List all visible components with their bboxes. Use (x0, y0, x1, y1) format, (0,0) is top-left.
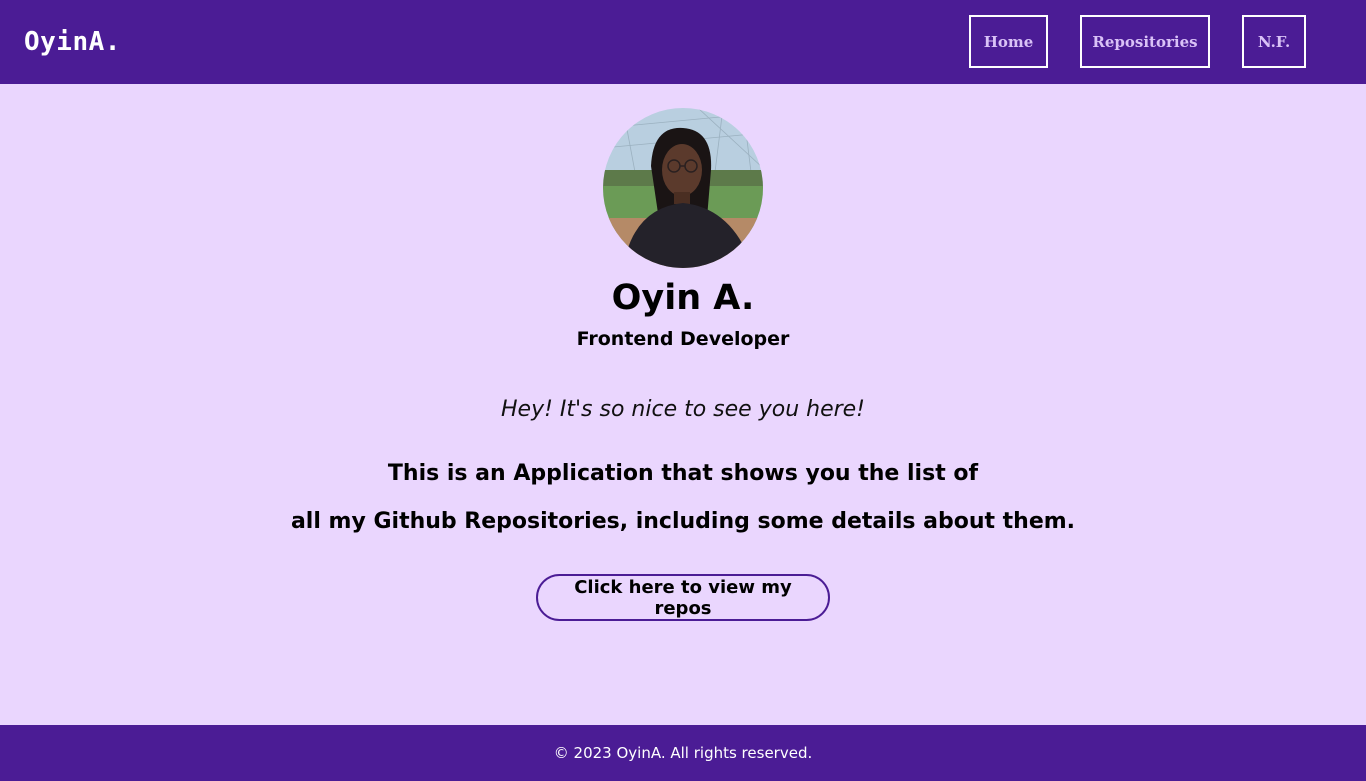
copyright-text: © 2023 OyinA. All rights reserved. (553, 744, 813, 762)
profile-avatar (603, 108, 763, 268)
greeting-text: Hey! It's so nice to see you here! (500, 397, 866, 422)
profile-photo (603, 108, 763, 268)
top-navbar: OyinA. Home Repositories N.F. (0, 0, 1366, 84)
description-line-2: all my Github Repositories, including so… (290, 509, 1076, 534)
profile-name: Oyin A. (611, 278, 755, 318)
description-line-1: This is an Application that shows you th… (387, 461, 979, 486)
nav-repositories-button[interactable]: Repositories (1080, 15, 1210, 68)
profile-role: Frontend Developer (576, 328, 790, 350)
brand-logo[interactable]: OyinA. (24, 26, 121, 58)
view-repos-button[interactable]: Click here to view my repos (536, 574, 830, 621)
nav-home-button[interactable]: Home (969, 15, 1048, 68)
nav-nf-button[interactable]: N.F. (1242, 15, 1306, 68)
footer: © 2023 OyinA. All rights reserved. (0, 725, 1366, 781)
